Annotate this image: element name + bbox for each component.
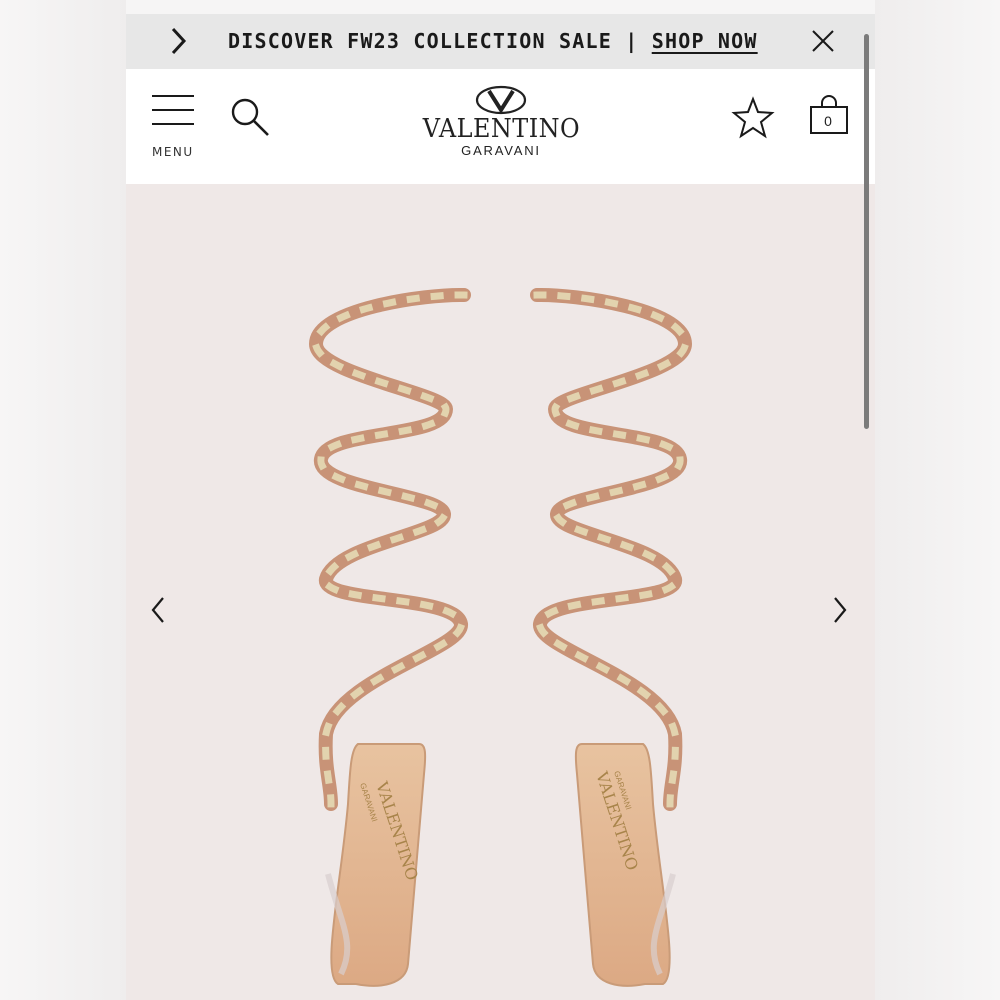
promo-message: DISCOVER FW23 COLLECTION SALE | SHOP NOW — [228, 29, 758, 53]
brand-subtitle: GARAVANI — [461, 143, 541, 158]
site-header: MENU VALENTINO GARAVANI 0 — [126, 69, 875, 184]
cart-button[interactable]: 0 — [808, 93, 850, 141]
promo-text: DISCOVER FW23 COLLECTION SALE | — [228, 29, 652, 53]
brand-name: VALENTINO — [422, 114, 581, 144]
chevron-right-icon[interactable] — [168, 26, 188, 56]
search-icon[interactable] — [228, 95, 272, 139]
product-gallery: VALENTINO GARAVANI VALENTINO GARAVANI — [126, 184, 875, 1000]
background-left-margin — [0, 0, 126, 1000]
brand-logo[interactable]: VALENTINO GARAVANI — [416, 85, 586, 175]
shop-now-link[interactable]: SHOP NOW — [652, 29, 758, 53]
chevron-left-icon[interactable] — [148, 592, 168, 628]
product-image: VALENTINO GARAVANI VALENTINO GARAVANI — [308, 287, 693, 987]
mobile-screen: DISCOVER FW23 COLLECTION SALE | SHOP NOW… — [126, 14, 875, 1000]
menu-button[interactable]: MENU — [150, 93, 196, 159]
background-right-margin — [875, 0, 1000, 1000]
left-sandal: VALENTINO GARAVANI — [308, 287, 471, 987]
close-icon[interactable] — [811, 29, 835, 53]
right-sandal: VALENTINO GARAVANI — [530, 287, 693, 987]
menu-label: MENU — [152, 145, 194, 159]
cart-count: 0 — [824, 113, 832, 129]
star-icon[interactable] — [731, 96, 775, 140]
chevron-right-icon[interactable] — [830, 592, 850, 628]
promo-banner: DISCOVER FW23 COLLECTION SALE | SHOP NOW — [126, 14, 875, 69]
valentino-v-logo — [475, 85, 527, 115]
scrollbar[interactable] — [864, 34, 869, 429]
